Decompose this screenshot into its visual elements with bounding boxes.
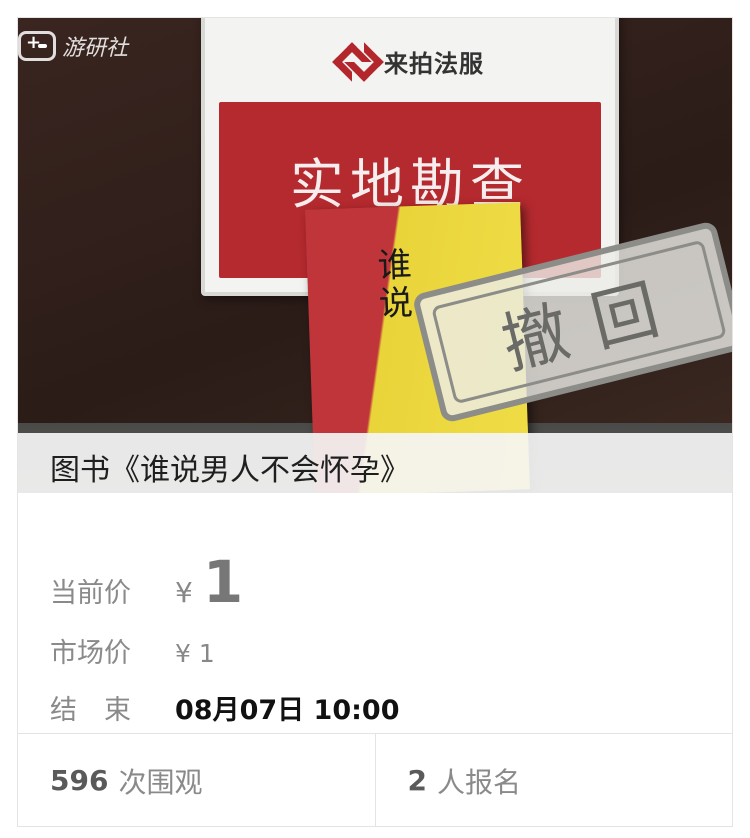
sign-brand-text: 来拍法服 [384, 49, 484, 78]
market-price-label: 市场价 [50, 638, 131, 669]
watermark-text: 游研社 [62, 36, 129, 61]
end-time-value: 08月07日 10:00 [175, 695, 400, 726]
signups-count: 2 [407, 764, 427, 797]
price-section: 当前价 ¥ 1 市场价 ¥ 1 结 束 08月07日 10:00 [18, 493, 732, 733]
auction-item-card[interactable]: 来拍法服 实地勘查 谁说 撤回 游研社 图书《谁说男人不会怀孕》 当前价 ¥ 1 [17, 17, 733, 827]
market-price-row: 市场价 ¥ 1 [50, 631, 215, 670]
views-stat: 596 次围观 [18, 734, 375, 827]
title-band: 图书《谁说男人不会怀孕》 [18, 433, 732, 493]
current-price-row: 当前价 ¥ 1 [50, 548, 243, 616]
sign-header: 来拍法服 [219, 26, 601, 96]
end-time-row: 结 束 08月07日 10:00 [50, 688, 400, 727]
item-title[interactable]: 图书《谁说男人不会怀孕》 [50, 445, 410, 489]
book-cover-title: 谁说 [370, 246, 414, 324]
signups-stat: 2 人报名 [374, 734, 733, 827]
item-photo[interactable]: 来拍法服 实地勘查 谁说 撤回 游研社 图书《谁说男人不会怀孕》 [18, 18, 732, 493]
views-count: 596 [50, 764, 109, 797]
current-price-label: 当前价 [50, 578, 131, 609]
end-time-label: 结 束 [50, 695, 131, 726]
currency-symbol: ¥ [175, 576, 193, 609]
gamepad-icon [18, 31, 56, 61]
current-price-value: 1 [202, 548, 244, 616]
stats-bar: 596 次围观 2 人报名 [18, 733, 732, 827]
market-price-value: ¥ 1 [175, 639, 215, 668]
views-label: 次围观 [118, 765, 203, 799]
brand-logo-icon [336, 42, 374, 80]
watermark: 游研社 [18, 30, 128, 62]
signups-label: 人报名 [436, 765, 521, 799]
